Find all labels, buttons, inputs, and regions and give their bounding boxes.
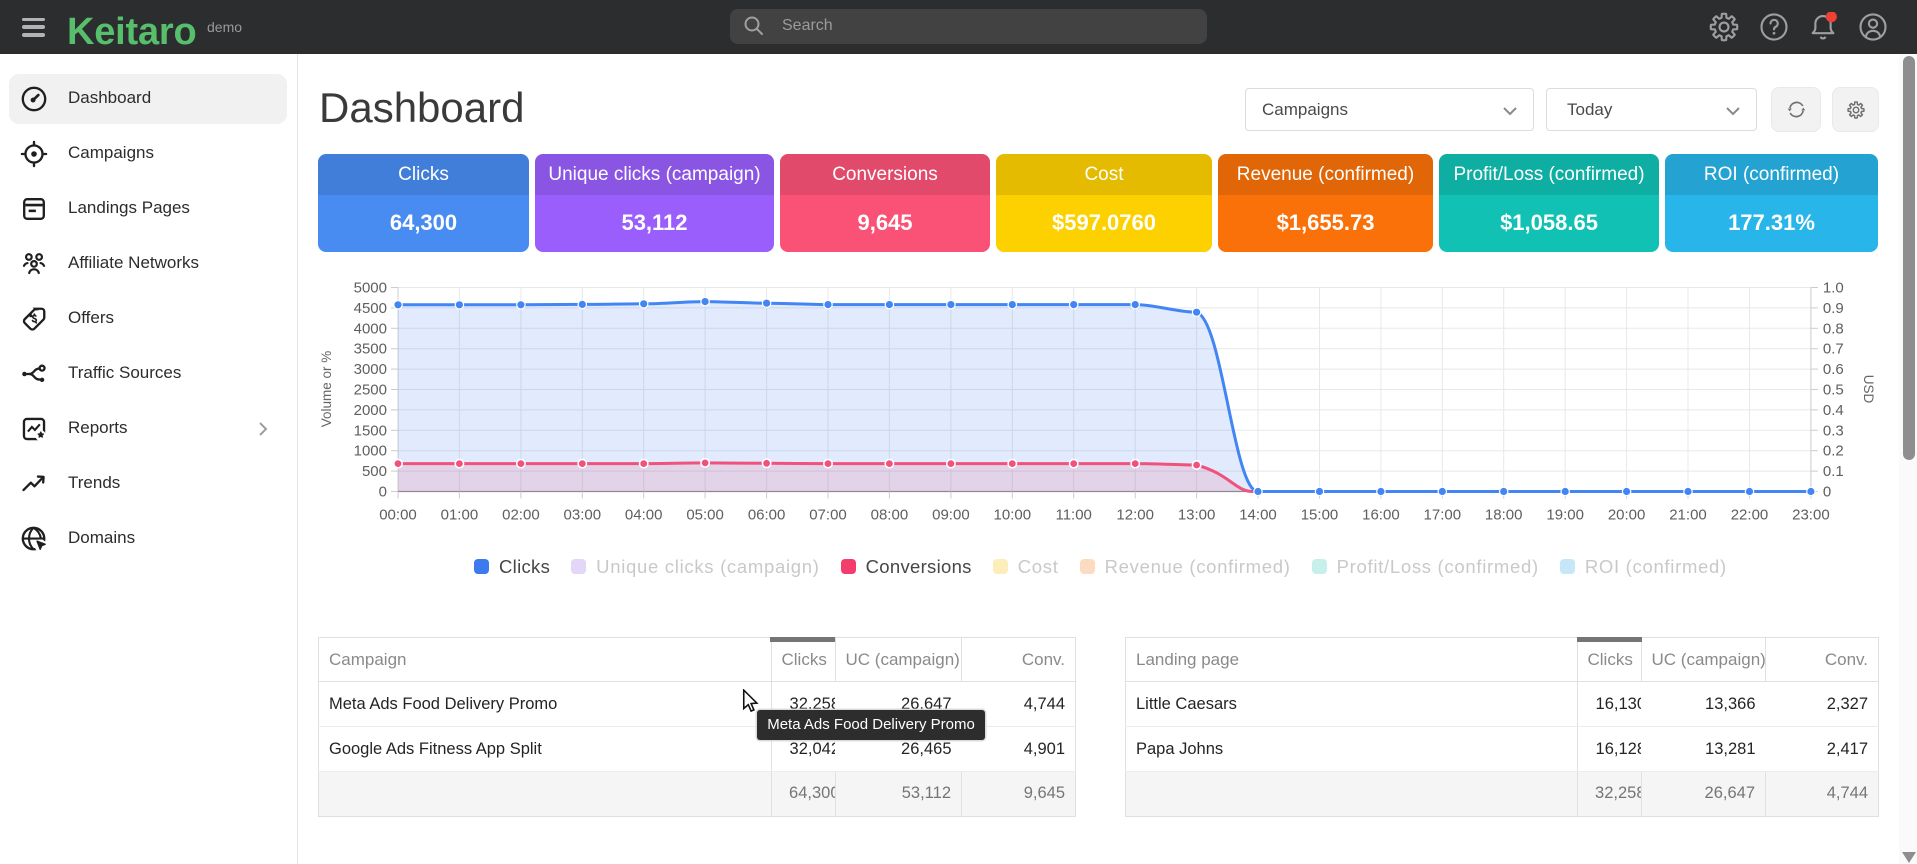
svg-text:USD: USD [1861,375,1876,404]
svg-text:0: 0 [1823,484,1831,501]
svg-text:04:00: 04:00 [625,507,663,524]
svg-text:21:00: 21:00 [1669,507,1707,524]
svg-text:0: 0 [379,484,387,501]
svg-text:07:00: 07:00 [809,507,847,524]
svg-text:10:00: 10:00 [994,507,1032,524]
svg-text:15:00: 15:00 [1301,507,1339,524]
svg-text:19:00: 19:00 [1546,507,1584,524]
svg-text:1500: 1500 [354,422,387,439]
svg-text:0.7: 0.7 [1823,341,1844,358]
svg-text:09:00: 09:00 [932,507,970,524]
svg-text:1.0: 1.0 [1823,280,1844,297]
svg-text:0.5: 0.5 [1823,382,1844,399]
svg-text:2000: 2000 [354,402,387,419]
svg-text:Volume or %: Volume or % [319,351,334,428]
svg-text:20:00: 20:00 [1608,507,1646,524]
svg-text:00:00: 00:00 [379,507,417,524]
svg-text:5000: 5000 [354,280,387,297]
svg-text:18:00: 18:00 [1485,507,1523,524]
svg-text:0.1: 0.1 [1823,463,1844,480]
svg-text:12:00: 12:00 [1116,507,1154,524]
svg-text:08:00: 08:00 [871,507,909,524]
svg-text:1000: 1000 [354,443,387,460]
svg-text:500: 500 [362,463,387,480]
svg-text:13:00: 13:00 [1178,507,1216,524]
svg-text:0.8: 0.8 [1823,320,1844,337]
svg-text:02:00: 02:00 [502,507,540,524]
svg-text:4500: 4500 [354,300,387,317]
svg-text:23:00: 23:00 [1792,507,1830,524]
svg-text:16:00: 16:00 [1362,507,1400,524]
svg-text:0.4: 0.4 [1823,402,1844,419]
svg-text:3000: 3000 [354,361,387,378]
svg-text:0.6: 0.6 [1823,361,1844,378]
svg-text:11:00: 11:00 [1055,507,1091,524]
svg-text:2500: 2500 [354,382,387,399]
svg-text:03:00: 03:00 [564,507,602,524]
svg-text:0.9: 0.9 [1823,300,1844,317]
svg-text:06:00: 06:00 [748,507,786,524]
svg-text:0.3: 0.3 [1823,422,1844,439]
svg-text:0.2: 0.2 [1823,443,1844,460]
svg-text:01:00: 01:00 [441,507,479,524]
svg-text:17:00: 17:00 [1424,507,1462,524]
svg-text:05:00: 05:00 [686,507,724,524]
svg-text:4000: 4000 [354,320,387,337]
svg-text:3500: 3500 [354,341,387,358]
svg-text:14:00: 14:00 [1239,507,1277,524]
svg-text:22:00: 22:00 [1731,507,1769,524]
